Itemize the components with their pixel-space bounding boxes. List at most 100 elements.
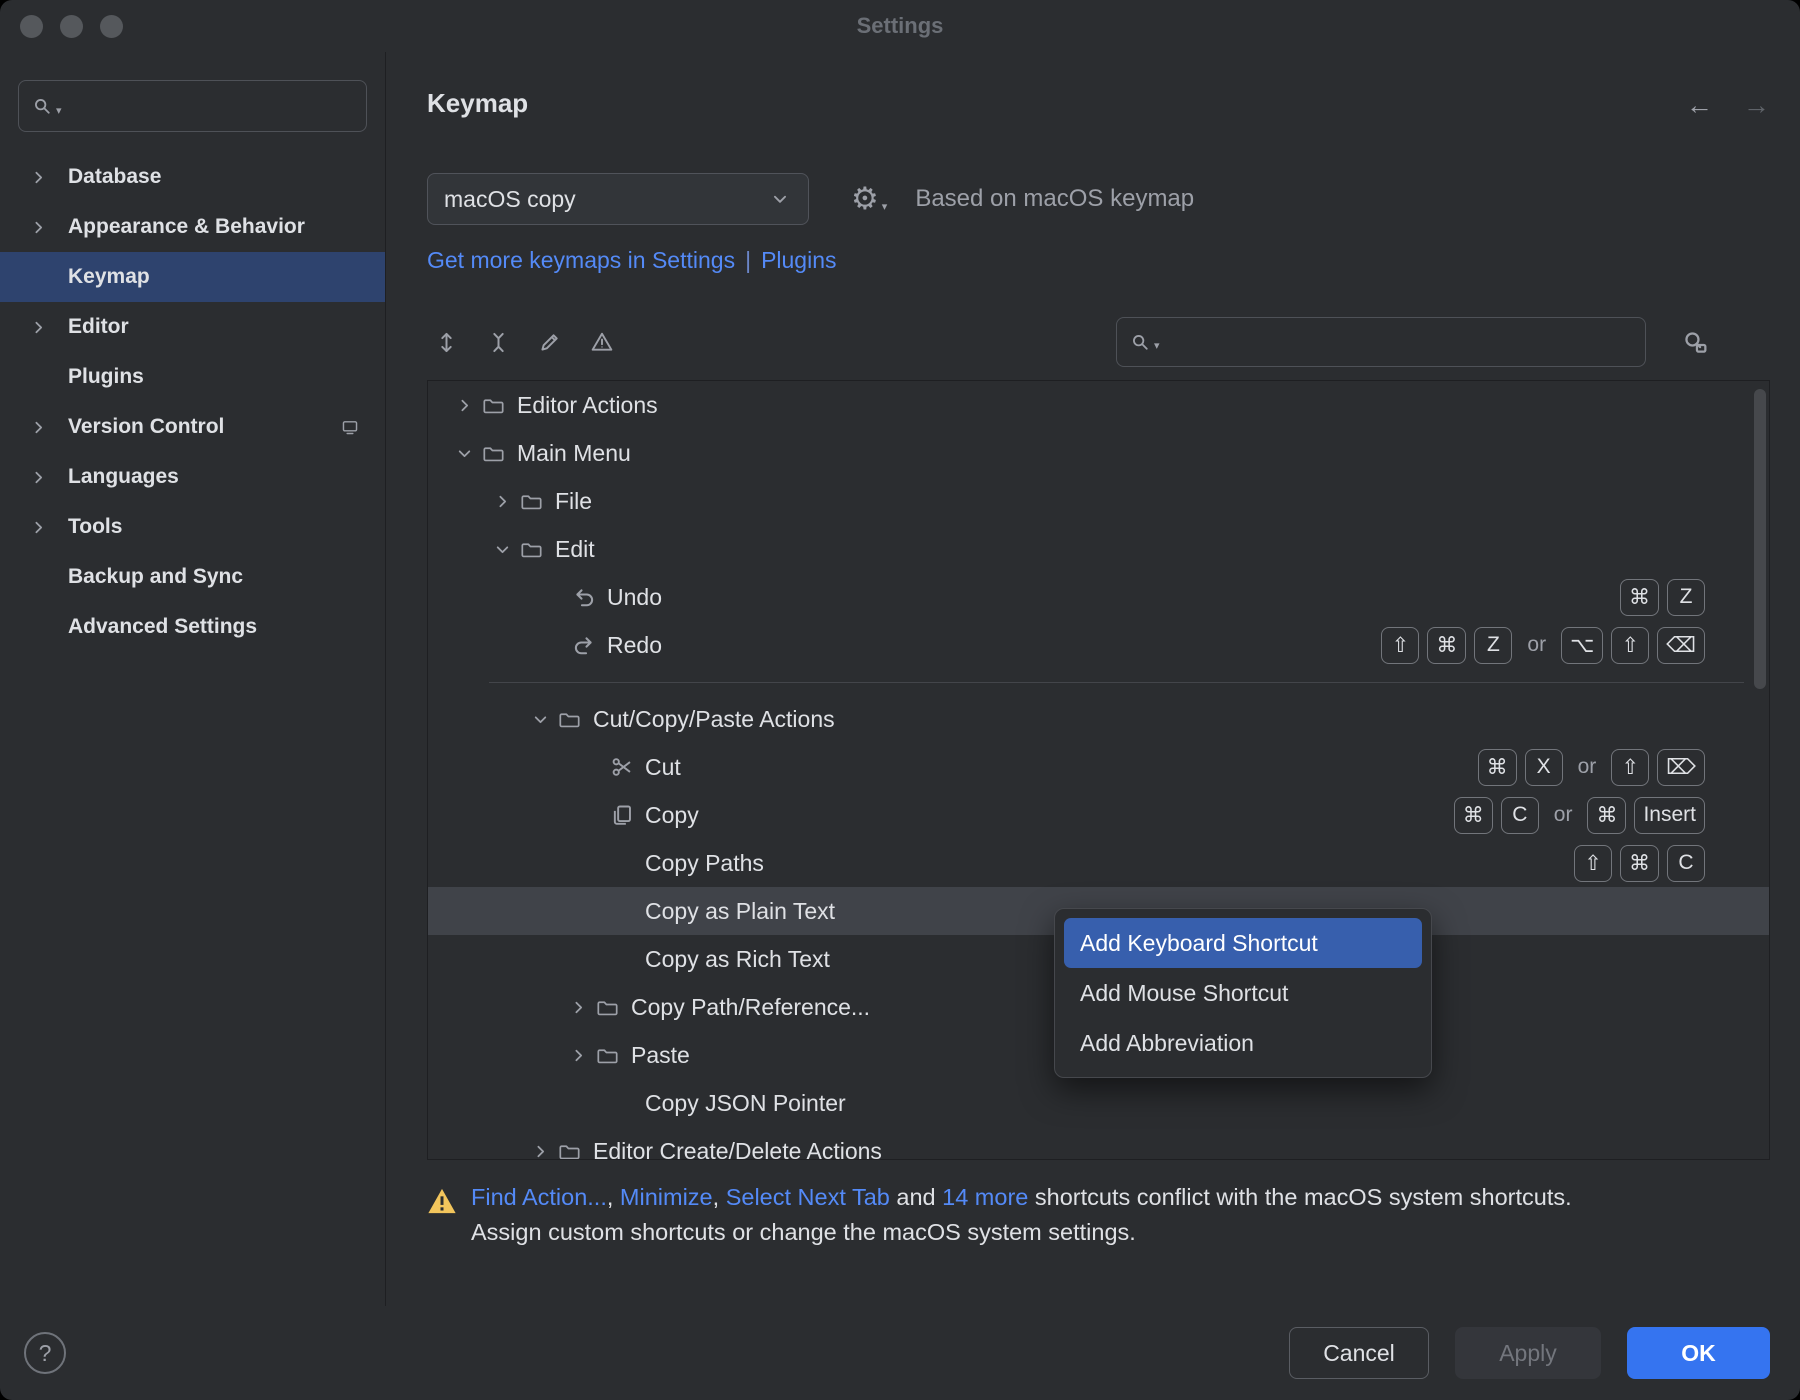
keymap-options-button[interactable]: ⚙ ▾: [851, 184, 887, 215]
select-next-tab-link[interactable]: Select Next Tab: [726, 1184, 890, 1210]
tree-row[interactable]: Undo ⌘ Z: [428, 573, 1769, 621]
key-cap: ⌦: [1657, 749, 1705, 786]
tree-row[interactable]: Redo ⇧ ⌘ Z or ⌥ ⇧ ⌫: [428, 621, 1769, 669]
sidebar-item-editor[interactable]: Editor: [0, 302, 385, 352]
sidebar-item-version-control[interactable]: Version Control: [0, 402, 385, 452]
titlebar: Settings: [0, 0, 1800, 52]
tree-row[interactable]: Cut/Copy/Paste Actions: [428, 695, 1769, 743]
back-icon[interactable]: ←: [1686, 90, 1713, 121]
collapse-all-icon[interactable]: [479, 323, 517, 361]
tree-toolbar: ▾: [427, 316, 1770, 368]
chevron-right-icon[interactable]: [452, 397, 476, 414]
key-cap: ⌥: [1561, 627, 1603, 664]
chevron-right-icon[interactable]: [490, 493, 514, 510]
tree-row[interactable]: Copy Paths ⇧ ⌘ C: [428, 839, 1769, 887]
key-cap: ⌘: [1620, 579, 1659, 616]
sidebar-item-tools[interactable]: Tools: [0, 502, 385, 552]
chevron-right-icon[interactable]: [30, 219, 68, 236]
zoom-button[interactable]: [100, 15, 123, 38]
forward-icon[interactable]: →: [1743, 90, 1770, 121]
key-cap: ⇧: [1381, 627, 1419, 664]
redo-icon: [573, 634, 597, 656]
tree-row-label: Cut: [645, 754, 681, 781]
sidebar-item-keymap[interactable]: Keymap: [0, 252, 385, 302]
key-cap: Z: [1474, 627, 1512, 664]
close-button[interactable]: [20, 15, 43, 38]
page-title: Keymap: [427, 88, 528, 119]
chevron-down-icon: ▾: [882, 200, 888, 213]
search-icon: [33, 97, 51, 115]
sidebar-item-languages[interactable]: Languages: [0, 452, 385, 502]
menu-item-add-abbreviation[interactable]: Add Abbreviation: [1064, 1018, 1422, 1068]
find-action-link[interactable]: Find Action...: [471, 1184, 607, 1210]
tree-row[interactable]: File: [428, 477, 1769, 525]
chevron-right-icon[interactable]: [30, 419, 68, 436]
sidebar-item-database[interactable]: Database: [0, 152, 385, 202]
traffic-lights: [20, 15, 123, 38]
ok-button[interactable]: OK: [1627, 1327, 1770, 1379]
tree-separator: [428, 669, 1769, 695]
minimize-button[interactable]: [60, 15, 83, 38]
sidebar-search-input[interactable]: [67, 94, 352, 118]
sidebar-item-advanced-settings[interactable]: Advanced Settings: [0, 602, 385, 652]
sidebar-search-field[interactable]: ▾: [18, 80, 367, 132]
minimize-link[interactable]: Minimize: [620, 1184, 713, 1210]
settings-sidebar: ▾ Database Appearance & Behavior Keymap: [0, 52, 386, 1306]
folder-icon: [483, 443, 507, 464]
key-cap: X: [1525, 749, 1563, 786]
sidebar-item-label: Tools: [68, 515, 122, 539]
edit-shortcut-icon[interactable]: [531, 323, 569, 361]
chevron-right-icon[interactable]: [566, 1047, 590, 1064]
based-on-label: Based on macOS keymap: [915, 185, 1194, 213]
action-search-input[interactable]: [1165, 330, 1631, 354]
chevron-right-icon[interactable]: [30, 519, 68, 536]
tree-row[interactable]: Cut ⌘ X or ⇧ ⌦: [428, 743, 1769, 791]
sidebar-item-backup-and-sync[interactable]: Backup and Sync: [0, 552, 385, 602]
chevron-down-icon[interactable]: [452, 445, 476, 462]
dialog-footer: ? Cancel Apply OK: [0, 1306, 1800, 1400]
tree-row[interactable]: Copy ⌘ C or ⌘ Insert: [428, 791, 1769, 839]
key-cap: ⌫: [1657, 627, 1705, 664]
sidebar-item-plugins[interactable]: Plugins: [0, 352, 385, 402]
tree-row[interactable]: Main Menu: [428, 429, 1769, 477]
chevron-right-icon[interactable]: [30, 169, 68, 186]
help-icon[interactable]: ?: [24, 1332, 66, 1374]
tree-row-label: Editor Create/Delete Actions: [593, 1138, 882, 1161]
apply-button[interactable]: Apply: [1455, 1327, 1601, 1379]
expand-all-icon[interactable]: [427, 323, 465, 361]
chevron-down-icon[interactable]: [528, 711, 552, 728]
sidebar-item-label: Database: [68, 165, 161, 189]
tree-row[interactable]: Editor Actions: [428, 381, 1769, 429]
find-by-shortcut-icon[interactable]: [1676, 323, 1714, 361]
search-options-button[interactable]: ▾: [1154, 339, 1160, 352]
search-options-button[interactable]: ▾: [56, 104, 62, 117]
shortcut-keys: ⇧ ⌘ Z or ⌥ ⇧ ⌫: [1381, 627, 1705, 664]
more-shortcuts-link[interactable]: 14 more: [942, 1184, 1028, 1210]
tree-row[interactable]: Copy JSON Pointer: [428, 1079, 1769, 1127]
get-more-keymaps-link[interactable]: Get more keymaps in Settings: [427, 247, 735, 274]
shortcut-keys: ⌘ C or ⌘ Insert: [1454, 797, 1705, 834]
chevron-down-icon[interactable]: [490, 541, 514, 558]
text: ,: [607, 1184, 620, 1210]
link-divider: |: [745, 247, 751, 274]
sidebar-item-appearance-behavior[interactable]: Appearance & Behavior: [0, 202, 385, 252]
tree-scrollbar[interactable]: [1754, 389, 1766, 689]
chevron-right-icon[interactable]: [30, 469, 68, 486]
warning-icon: [427, 1187, 457, 1250]
chevron-right-icon[interactable]: [528, 1143, 552, 1160]
tree-row[interactable]: Editor Create/Delete Actions: [428, 1127, 1769, 1160]
chevron-right-icon[interactable]: [30, 319, 68, 336]
keymap-select[interactable]: macOS copy: [427, 173, 809, 225]
tree-row-label: Edit: [555, 536, 595, 563]
plugins-link[interactable]: Plugins: [761, 247, 836, 274]
menu-item-add-mouse-shortcut[interactable]: Add Mouse Shortcut: [1064, 968, 1422, 1018]
chevron-right-icon[interactable]: [566, 999, 590, 1016]
action-search-field[interactable]: ▾: [1116, 317, 1646, 367]
text: and: [890, 1184, 942, 1210]
key-cap: Insert: [1634, 797, 1705, 834]
show-conflicts-icon[interactable]: [583, 323, 621, 361]
conflict-warning-text: Find Action..., Minimize, Select Next Ta…: [471, 1180, 1572, 1250]
menu-item-add-keyboard-shortcut[interactable]: Add Keyboard Shortcut: [1064, 918, 1422, 968]
tree-row[interactable]: Edit: [428, 525, 1769, 573]
cancel-button[interactable]: Cancel: [1289, 1327, 1429, 1379]
